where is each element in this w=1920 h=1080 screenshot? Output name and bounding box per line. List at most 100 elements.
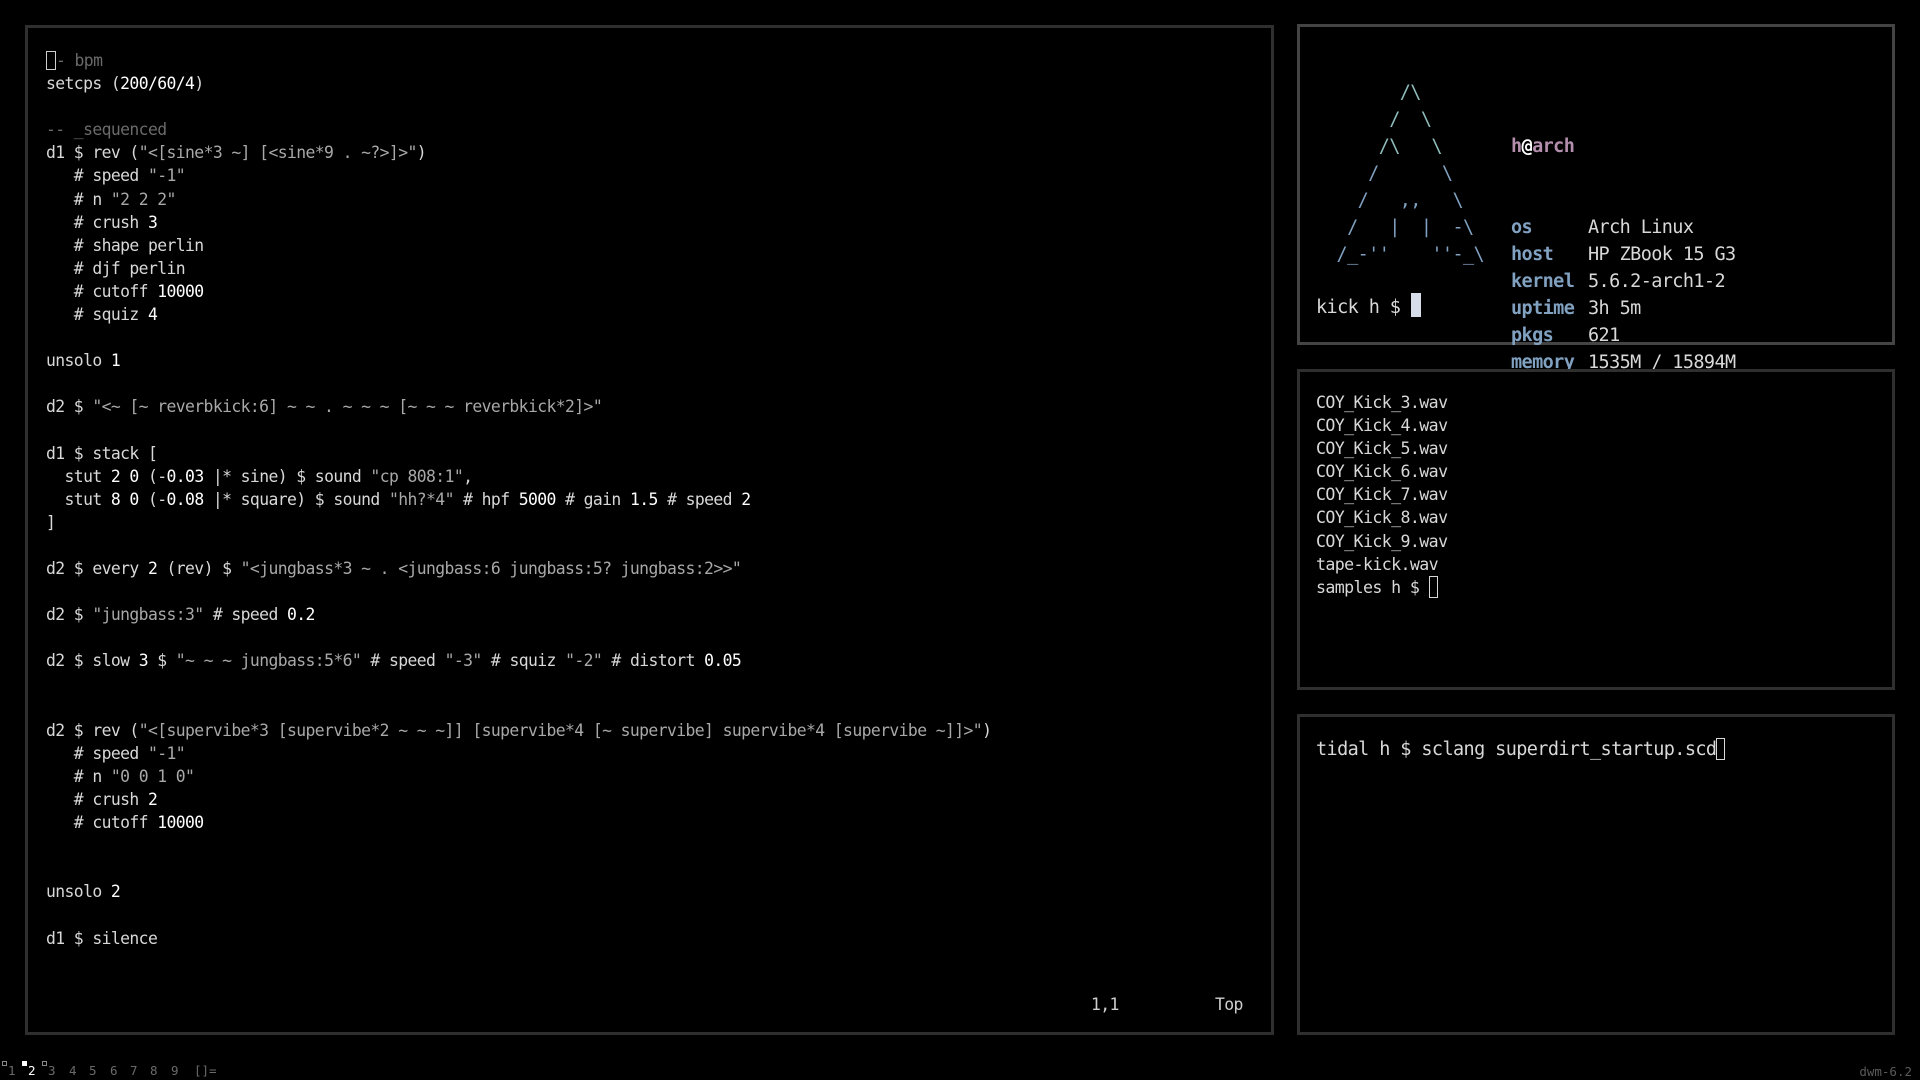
occupied-indicator-icon: [2, 1061, 7, 1066]
code-line: # djf perlin: [46, 257, 991, 280]
string-token: "-1": [147, 743, 186, 763]
workspace-tag-6[interactable]: 6: [110, 1063, 118, 1078]
code-line: d1 $ stack [: [46, 442, 991, 465]
string-token: "<[sine*3 ~] [<sine*9 . ~?>]>": [138, 143, 418, 163]
workspace-tag-1[interactable]: 1: [2, 1061, 16, 1078]
code-token: stut: [46, 489, 111, 509]
editor-window[interactable]: - bpm setcps (200/60/4) -- _sequenced d1 $ …: [25, 25, 1274, 1035]
shell-prompt: samples h $: [1316, 577, 1429, 597]
dwm-status-bar: 123456789 []= dwm-6.2: [0, 1059, 1920, 1080]
code-line: # speed "-1": [46, 742, 991, 765]
workspace-tag-4[interactable]: 4: [69, 1063, 77, 1078]
samples-prompt-line[interactable]: samples h $: [1316, 575, 1447, 599]
code-line: # cutoff 10000: [46, 811, 991, 834]
hollow-cursor-icon: [1716, 738, 1726, 760]
number-token: 0.2: [286, 605, 315, 625]
code-line: # n "0 0 1 0": [46, 765, 991, 788]
text-cursor-icon: [46, 51, 56, 70]
code-token: # cutoff: [46, 813, 158, 833]
kick-prompt-line[interactable]: kick h $: [1316, 293, 1421, 321]
string-token: "cp 808:1": [370, 466, 464, 486]
workspace-tag-5[interactable]: 5: [89, 1063, 97, 1078]
code-line: # crush 3: [46, 211, 991, 234]
tag-label: 8: [150, 1063, 158, 1078]
code-line: d2 $ "<~ [~ reverbkick:6] ~ ~ . ~ ~ ~ [~…: [46, 395, 991, 418]
code-token: d1 $ silence: [46, 928, 158, 948]
comment-token: -- _sequenced: [46, 120, 167, 140]
samples-terminal[interactable]: COY_Kick_3.wav COY_Kick_4.wav COY_Kick_5.w…: [1297, 369, 1895, 690]
code-token: # squiz: [46, 305, 148, 325]
code-token: |* square) $ sound: [203, 489, 389, 509]
workspace-tag-7[interactable]: 7: [130, 1063, 138, 1078]
info-label: uptime: [1511, 298, 1575, 319]
sample-file: COY_Kick_7.wav: [1316, 485, 1448, 505]
comment-token: - bpm: [56, 51, 103, 70]
sample-file: COY_Kick_9.wav: [1316, 531, 1448, 551]
number-token: 3: [147, 212, 158, 232]
tidal-terminal[interactable]: tidal h $ sclang superdirt_startup.scd: [1297, 714, 1895, 1035]
code-line: unsolo 1: [46, 349, 991, 372]
code-token: # crush: [46, 790, 148, 809]
workspace-tag-2[interactable]: 2: [22, 1061, 36, 1078]
number-token: 3: [138, 651, 149, 671]
sample-file: COY_Kick_3.wav: [1316, 393, 1448, 412]
at-sign: @: [1521, 136, 1533, 157]
number-token: 10000: [157, 281, 204, 301]
number-token: 1: [110, 351, 121, 371]
command-input[interactable]: sclang superdirt_startup.scd: [1421, 739, 1717, 760]
ascii-art-line: / | | -\: [1326, 217, 1474, 238]
info-value: Arch Linux: [1588, 217, 1694, 238]
code-line: d1 $ silence: [46, 927, 991, 950]
code-token: d1 $ rev (: [46, 143, 139, 163]
string-token: "<[supervibe*3 [supervibe*2 ~ ~ ~]] [sup…: [138, 720, 983, 740]
host-name: arch: [1532, 136, 1575, 157]
tag-label: 7: [130, 1063, 138, 1078]
code-buffer[interactable]: - bpm setcps (200/60/4) -- _sequenced d1 $ …: [46, 49, 992, 950]
code-line: # n "2 2 2": [46, 188, 991, 211]
code-token: # hpf: [453, 489, 519, 509]
code-token: $: [147, 651, 176, 671]
number-token: 2: [741, 489, 751, 509]
block-cursor-icon: [1410, 293, 1421, 317]
layout-indicator[interactable]: []=: [194, 1063, 217, 1078]
code-token: stut: [46, 466, 111, 486]
code-token: d2 $ rev (: [46, 720, 139, 740]
tag-label: 2: [28, 1063, 36, 1078]
code-line: # crush 2: [46, 788, 991, 811]
string-token: "<jungbass*3 ~ . <jungbass:6 jungbass:5?…: [240, 559, 742, 579]
code-line: # shape perlin: [46, 234, 991, 257]
info-row: host HP ZBook 15 G3: [1511, 241, 1736, 268]
shell-prompt: kick h $: [1316, 297, 1411, 318]
code-token: d2 $: [46, 605, 93, 625]
code-token: # n: [46, 766, 111, 786]
number-token: 0.08: [166, 489, 205, 509]
workspace-tag-8[interactable]: 8: [150, 1063, 158, 1078]
code-line: stut 2 0 (-0.03 |* sine) $ sound "cp 808…: [46, 465, 991, 488]
info-value: HP ZBook 15 G3: [1588, 244, 1736, 265]
tidal-prompt-line[interactable]: tidal h $ sclang superdirt_startup.scd: [1316, 736, 1726, 763]
sample-file-list: COY_Kick_3.wav COY_Kick_4.wav COY_Kick_5.w…: [1316, 391, 1448, 599]
code-token: d2 $ slow: [46, 651, 139, 671]
number-token: 0.03: [166, 466, 205, 486]
code-line: unsolo 2: [46, 880, 991, 903]
code-token: d2 $ every: [46, 559, 148, 579]
string-token: "~ ~ ~ jungbass:5*6": [175, 651, 362, 671]
code-token: (rev) $: [157, 559, 241, 579]
code-line: -- _sequenced: [46, 118, 991, 141]
workspace-tag-9[interactable]: 9: [171, 1063, 179, 1078]
workspace-tag-3[interactable]: 3: [42, 1061, 56, 1078]
code-token: # cutoff: [46, 281, 158, 301]
code-token: # speed: [46, 166, 148, 186]
string-token: "-2": [565, 651, 603, 671]
code-token: d2 $: [46, 397, 93, 417]
user-name: h: [1511, 136, 1522, 157]
shell-prompt: tidal h $: [1316, 739, 1422, 760]
sample-file: COY_Kick_6.wav: [1316, 462, 1448, 482]
fetch-terminal[interactable]: /\ / \ /\ \ / \ / ,, \ / | | -\ /_-'' ''…: [1297, 24, 1895, 373]
hollow-cursor-icon: [1428, 575, 1438, 598]
info-row: os Arch Linux: [1511, 214, 1736, 241]
